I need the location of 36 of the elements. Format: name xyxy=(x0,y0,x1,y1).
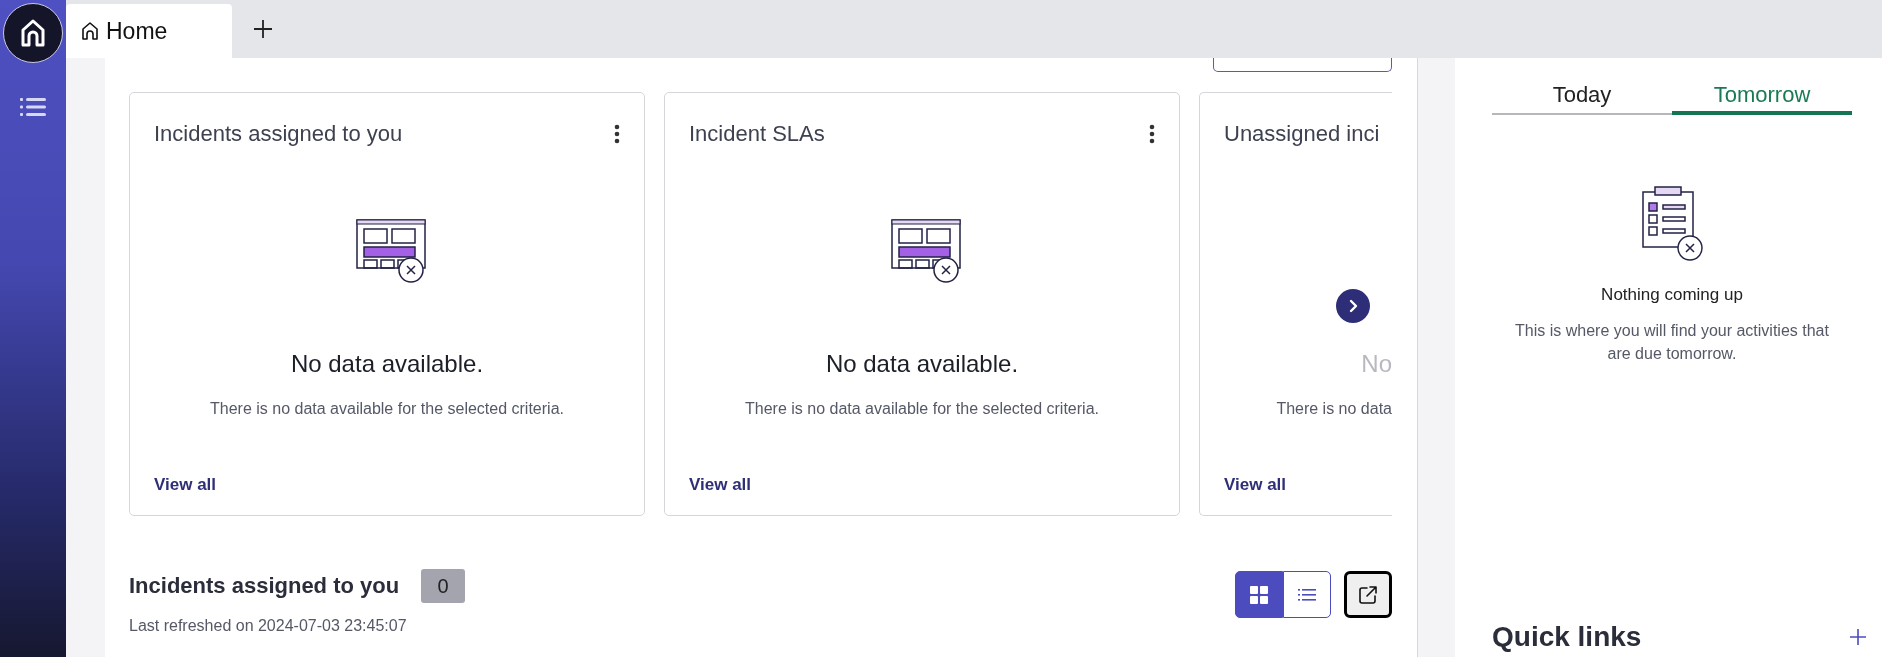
card-title: Incident SLAs xyxy=(689,121,825,147)
menu-icon[interactable] xyxy=(20,97,46,117)
empty-state-title: Nothing coming up xyxy=(1601,285,1743,305)
add-icon[interactable] xyxy=(1849,628,1867,646)
day-tab[interactable]: Today xyxy=(1492,76,1672,115)
empty-state-text: There is no data available for the selected criteria. xyxy=(210,399,564,419)
grid-icon xyxy=(1250,585,1268,604)
empty-state-title: No xyxy=(1361,349,1392,379)
home-tab[interactable]: Home xyxy=(66,4,232,58)
section-title: Incidents assigned to you xyxy=(129,573,400,599)
empty-state-title: No data available. xyxy=(825,349,1019,379)
card-title: Unassigned inci xyxy=(1224,121,1380,147)
more-icon[interactable] xyxy=(614,124,620,144)
home-button[interactable] xyxy=(3,3,63,63)
day-tab[interactable]: Tomorrow xyxy=(1672,76,1852,115)
quick-links-title: Quick links xyxy=(1492,621,1642,653)
view-all-link[interactable]: View all xyxy=(689,475,752,494)
list-icon xyxy=(1298,587,1316,602)
next-button[interactable] xyxy=(1336,289,1370,323)
view-all-link[interactable]: View all xyxy=(1224,475,1287,494)
card-title: Incidents assigned to you xyxy=(154,121,403,147)
empty-state-text: There is no data xyxy=(1276,399,1392,419)
more-icon[interactable] xyxy=(1149,124,1155,144)
view-all-link[interactable]: View all xyxy=(154,475,217,494)
outline-button[interactable] xyxy=(1213,58,1392,72)
open-external-button[interactable] xyxy=(1344,571,1392,618)
new-tab-icon[interactable] xyxy=(253,19,273,39)
empty-state-text: There is no data available for the selected criteria. xyxy=(745,399,1099,419)
count-badge: 0 xyxy=(421,569,466,603)
grid-view-button[interactable] xyxy=(1235,571,1283,618)
empty-state-text: This is where you will find your activities that are due tomorrow. xyxy=(1514,321,1830,364)
external-link-icon xyxy=(1357,583,1379,606)
last-refreshed-text: Last refreshed on 2024-07-03 23:45:07 xyxy=(129,617,408,635)
empty-state-title: No data available. xyxy=(290,349,484,379)
home-icon xyxy=(80,21,100,41)
list-view-button[interactable] xyxy=(1283,571,1331,618)
